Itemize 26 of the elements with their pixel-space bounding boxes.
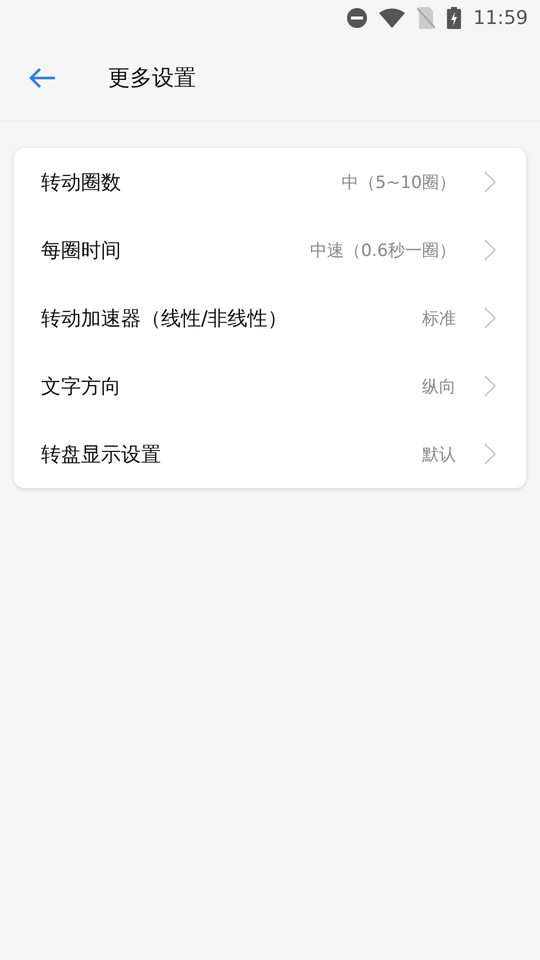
setting-value: 中速（0.6秒一圈） <box>310 240 456 262</box>
chevron-right-icon <box>484 239 496 261</box>
settings-row[interactable]: 转动圈数 中（5~10圈） <box>14 148 526 216</box>
chevron-right-icon <box>484 307 496 329</box>
settings-row[interactable]: 每圈时间 中速（0.6秒一圈） <box>14 216 526 284</box>
battery-charging-icon <box>447 7 462 29</box>
chevron-right-icon <box>484 375 496 397</box>
settings-row[interactable]: 转盘显示设置 默认 <box>14 420 526 488</box>
setting-value: 中（5~10圈） <box>341 172 456 194</box>
setting-value: 标准 <box>422 308 456 330</box>
status-time: 11:59 <box>473 7 528 29</box>
setting-label: 转动圈数 <box>41 168 122 196</box>
setting-label: 文字方向 <box>41 372 122 400</box>
settings-row[interactable]: 转动加速器（线性/非线性） 标准 <box>14 284 526 352</box>
setting-label: 转盘显示设置 <box>41 440 162 468</box>
setting-value: 纵向 <box>422 376 456 398</box>
chevron-right-icon <box>484 443 496 465</box>
chevron-right-icon <box>484 171 496 193</box>
settings-row[interactable]: 文字方向 纵向 <box>14 352 526 420</box>
setting-label: 每圈时间 <box>41 236 122 264</box>
wifi-icon <box>379 8 406 28</box>
setting-label: 转动加速器（线性/非线性） <box>41 304 289 332</box>
no-sim-icon <box>417 7 436 29</box>
page-title: 更多设置 <box>108 65 196 93</box>
do-not-disturb-icon <box>347 8 368 28</box>
setting-value: 默认 <box>422 444 456 466</box>
